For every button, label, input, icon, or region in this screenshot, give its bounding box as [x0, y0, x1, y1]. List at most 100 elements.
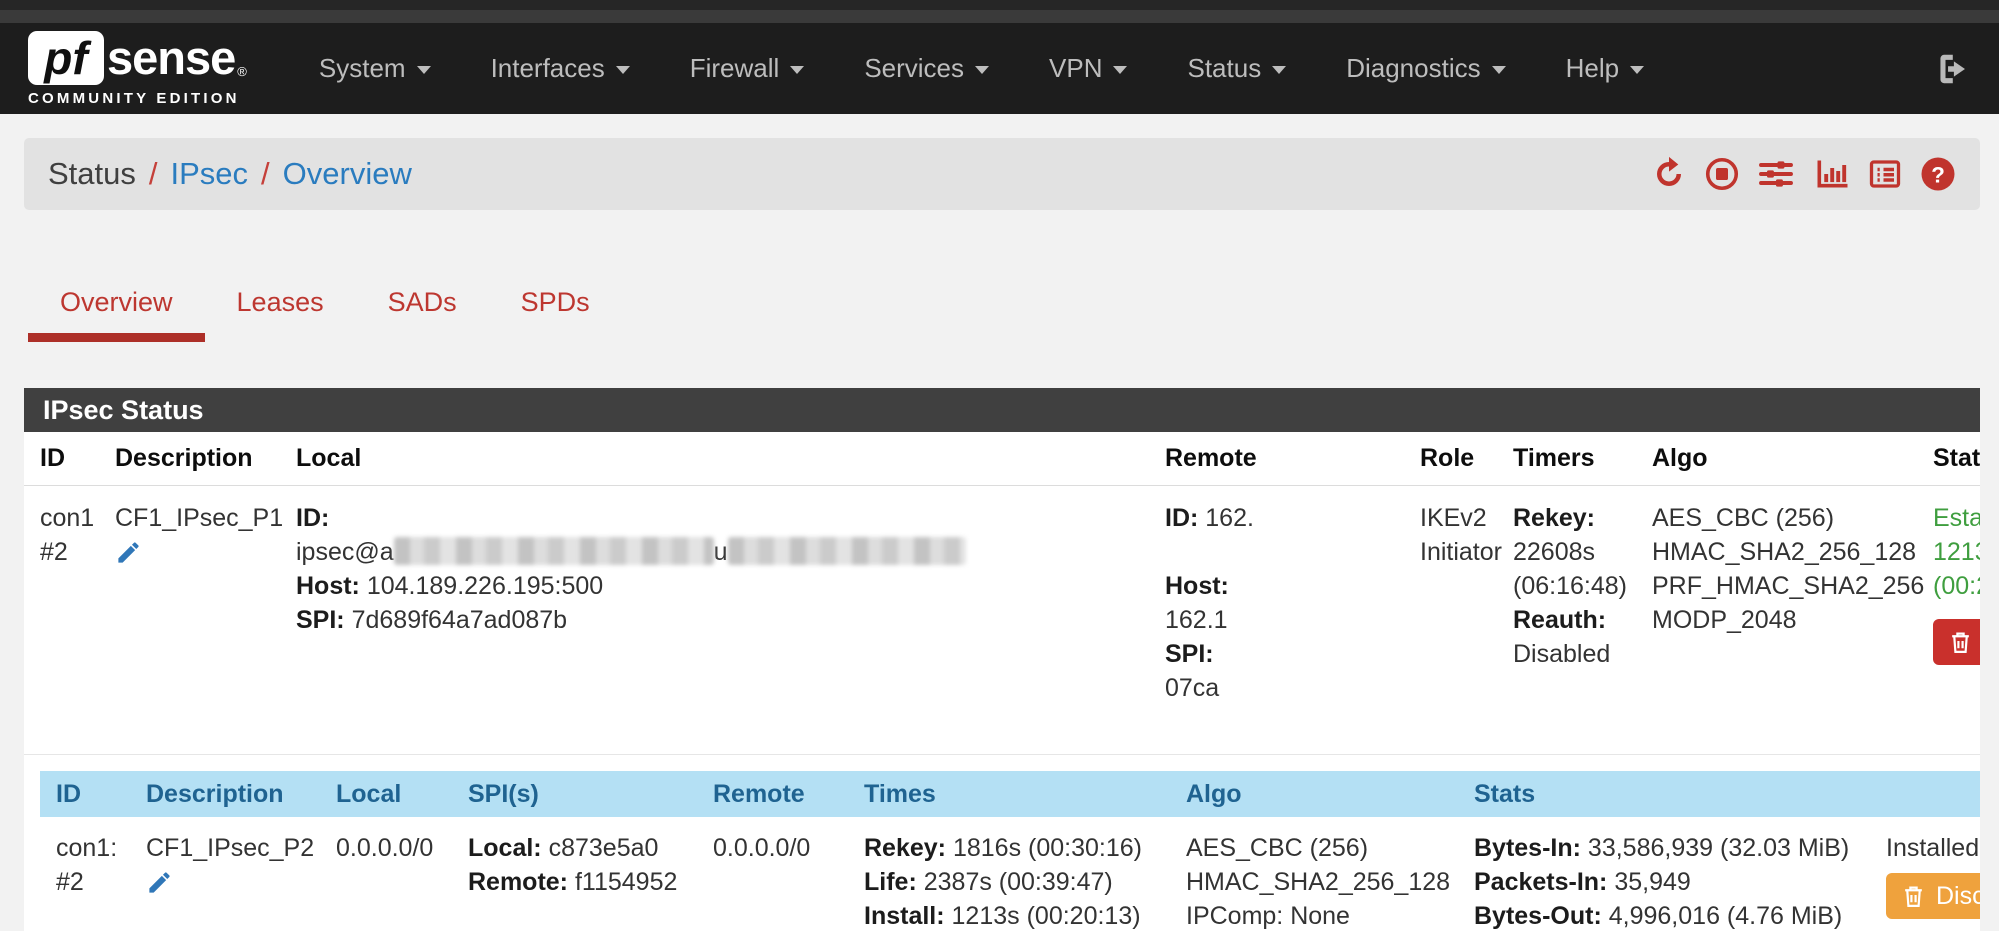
window-strip — [0, 10, 1999, 23]
disconnect-button[interactable]: Disconnect — [1933, 619, 1980, 665]
p2-header-remote: Remote — [697, 771, 848, 817]
disconnect-button[interactable]: Disconnect — [1886, 873, 1980, 919]
nav-item-help[interactable]: Help — [1536, 23, 1674, 114]
remote-spi-label: SPI: — [1165, 640, 1214, 668]
breadcrumb: Status / IPsec / Overview — [24, 138, 1980, 210]
window-edge — [0, 0, 1999, 10]
nav-item-firewall[interactable]: Firewall — [660, 23, 835, 114]
times-life-label: Life: — [864, 868, 917, 896]
nav-item-label: Interfaces — [491, 53, 605, 84]
breadcrumb-separator: / — [149, 156, 158, 192]
brand-registered-mark: ® — [237, 64, 247, 79]
p2-cell-id: con1: #2 — [40, 817, 130, 931]
p1-cell-role: IKEv2 Initiator — [1404, 486, 1497, 755]
p1-header-row: ID Description Local Remote Role Timers … — [24, 432, 1980, 486]
remote-id-label: ID: — [1165, 504, 1198, 532]
p2-cell-spis: Local: c873e5a0 Remote: f1154952 — [452, 817, 697, 931]
p1-cell-id: con1 #2 — [24, 486, 99, 755]
chevron-down-icon — [1492, 66, 1506, 74]
p1-cell-local: ID: ipsec@au Host: 104.189.226.195:500 S… — [280, 486, 1149, 755]
pfsense-logo[interactable]: pf sense ® COMMUNITY EDITION — [28, 30, 247, 107]
nav-item-vpn[interactable]: VPN — [1019, 23, 1157, 114]
remote-spi-value: 07ca — [1165, 674, 1219, 702]
stats-bytes-out-value: 4,996,016 (4.76 MiB) — [1609, 902, 1842, 930]
p2-cell-times: Rekey: 1816s (00:30:16) Life: 2387s (00:… — [848, 817, 1170, 931]
p2-table-wrap: ID Description Local SPI(s) Remote Times… — [40, 771, 1980, 931]
nav-item-diagnostics[interactable]: Diagnostics — [1316, 23, 1535, 114]
chevron-down-icon — [790, 66, 804, 74]
pfsense-logo-row: pf sense ® — [28, 30, 247, 85]
tab-spds[interactable]: SPDs — [489, 262, 622, 342]
p1-description-text: CF1_IPsec_P1 — [115, 501, 264, 535]
p1-header-local: Local — [280, 432, 1149, 486]
trash-icon — [1948, 630, 1973, 655]
p2-header-id: ID — [40, 771, 130, 817]
edit-pencil-icon[interactable] — [115, 539, 264, 566]
bar-chart-icon[interactable] — [1812, 156, 1850, 192]
brand-subtitle: COMMUNITY EDITION — [28, 90, 247, 107]
redacted-blur — [394, 537, 714, 565]
chevron-down-icon — [417, 66, 431, 74]
logout-icon[interactable] — [1933, 50, 1971, 88]
tab-leases[interactable]: Leases — [205, 262, 356, 342]
tab-bar: Overview Leases SADs SPDs — [28, 262, 1999, 342]
list-icon[interactable] — [1867, 156, 1903, 192]
timers-rekey-value: 22608s — [1513, 535, 1620, 569]
sliders-icon[interactable] — [1757, 156, 1795, 192]
timers-reauth-value: Disabled — [1513, 637, 1620, 671]
breadcrumb-actions: ? — [1651, 156, 1956, 192]
chevron-down-icon — [616, 66, 630, 74]
breadcrumb-link-overview[interactable]: Overview — [283, 156, 412, 192]
local-spi-value: 7d689f64a7ad087b — [352, 606, 568, 634]
edit-pencil-icon[interactable] — [146, 869, 304, 896]
redacted-white — [1165, 707, 1335, 735]
nav-item-services[interactable]: Services — [834, 23, 1019, 114]
stats-bytes-out-label: Bytes-Out: — [1474, 902, 1602, 930]
nav-item-label: Status — [1187, 53, 1261, 84]
breadcrumb-link-ipsec[interactable]: IPsec — [171, 156, 249, 192]
top-navbar: pf sense ® COMMUNITY EDITION System Inte… — [0, 23, 1999, 114]
p1-cell-remote: ID: 162. Host: 162.1 SPI: 07ca — [1149, 486, 1404, 755]
spi-local-label: Local: — [468, 834, 542, 862]
help-icon[interactable]: ? — [1920, 156, 1956, 192]
p1-header-timers: Timers — [1497, 432, 1636, 486]
svg-text:?: ? — [1931, 162, 1945, 187]
times-life-value: 2387s (00:39:47) — [924, 868, 1113, 896]
nav-item-system[interactable]: System — [289, 23, 461, 114]
disconnect-label: Disconnect — [1936, 881, 1980, 911]
pf-logo-mark: pf — [28, 31, 104, 85]
p1-header-description: Description — [99, 432, 280, 486]
nav-item-label: Firewall — [690, 53, 780, 84]
tab-sads[interactable]: SADs — [356, 262, 489, 342]
refresh-icon[interactable] — [1651, 156, 1687, 192]
tab-label: Overview — [60, 287, 173, 318]
stats-bytes-in-label: Bytes-In: — [1474, 834, 1581, 862]
panel-title: IPsec Status — [24, 388, 1980, 432]
local-spi-label: SPI: — [296, 606, 345, 634]
breadcrumb-separator: / — [261, 156, 270, 192]
stats-packets-in-label: Packets-In: — [1474, 868, 1607, 896]
p2-header-empty — [1870, 771, 1980, 817]
nav-menu: System Interfaces Firewall Services VPN … — [289, 23, 1674, 114]
p1-header-status: Status — [1917, 432, 1980, 486]
tab-label: SADs — [388, 287, 457, 318]
nav-item-status[interactable]: Status — [1157, 23, 1316, 114]
p2-cell-stats: Bytes-In: 33,586,939 (32.03 MiB) Packets… — [1458, 817, 1870, 931]
stop-circle-icon[interactable] — [1704, 156, 1740, 192]
p1-cell-timers: Rekey: 22608s (06:16:48) Reauth: Disable… — [1497, 486, 1636, 755]
nav-item-interfaces[interactable]: Interfaces — [461, 23, 660, 114]
redacted-white — [1228, 605, 1378, 633]
p1-cell-description: CF1_IPsec_P1 — [99, 486, 280, 755]
redacted-blur — [728, 537, 966, 565]
chevron-down-icon — [1630, 66, 1644, 74]
timers-reauth-label: Reauth: — [1513, 606, 1606, 634]
remote-id-value: 162. — [1205, 504, 1254, 532]
tab-overview[interactable]: Overview — [28, 262, 205, 342]
p2-table: ID Description Local SPI(s) Remote Times… — [40, 771, 1980, 931]
p2-cell-remote: 0.0.0.0/0 — [697, 817, 848, 931]
times-rekey-value: 1816s (00:30:16) — [953, 834, 1142, 862]
p2-cell-status: Installed Disconnect — [1870, 817, 1980, 931]
stats-bytes-in-value: 33,586,939 (32.03 MiB) — [1588, 834, 1849, 862]
times-install-label: Install: — [864, 902, 945, 930]
p1-cell-algo: AES_CBC (256) HMAC_SHA2_256_128 PRF_HMAC… — [1636, 486, 1917, 755]
